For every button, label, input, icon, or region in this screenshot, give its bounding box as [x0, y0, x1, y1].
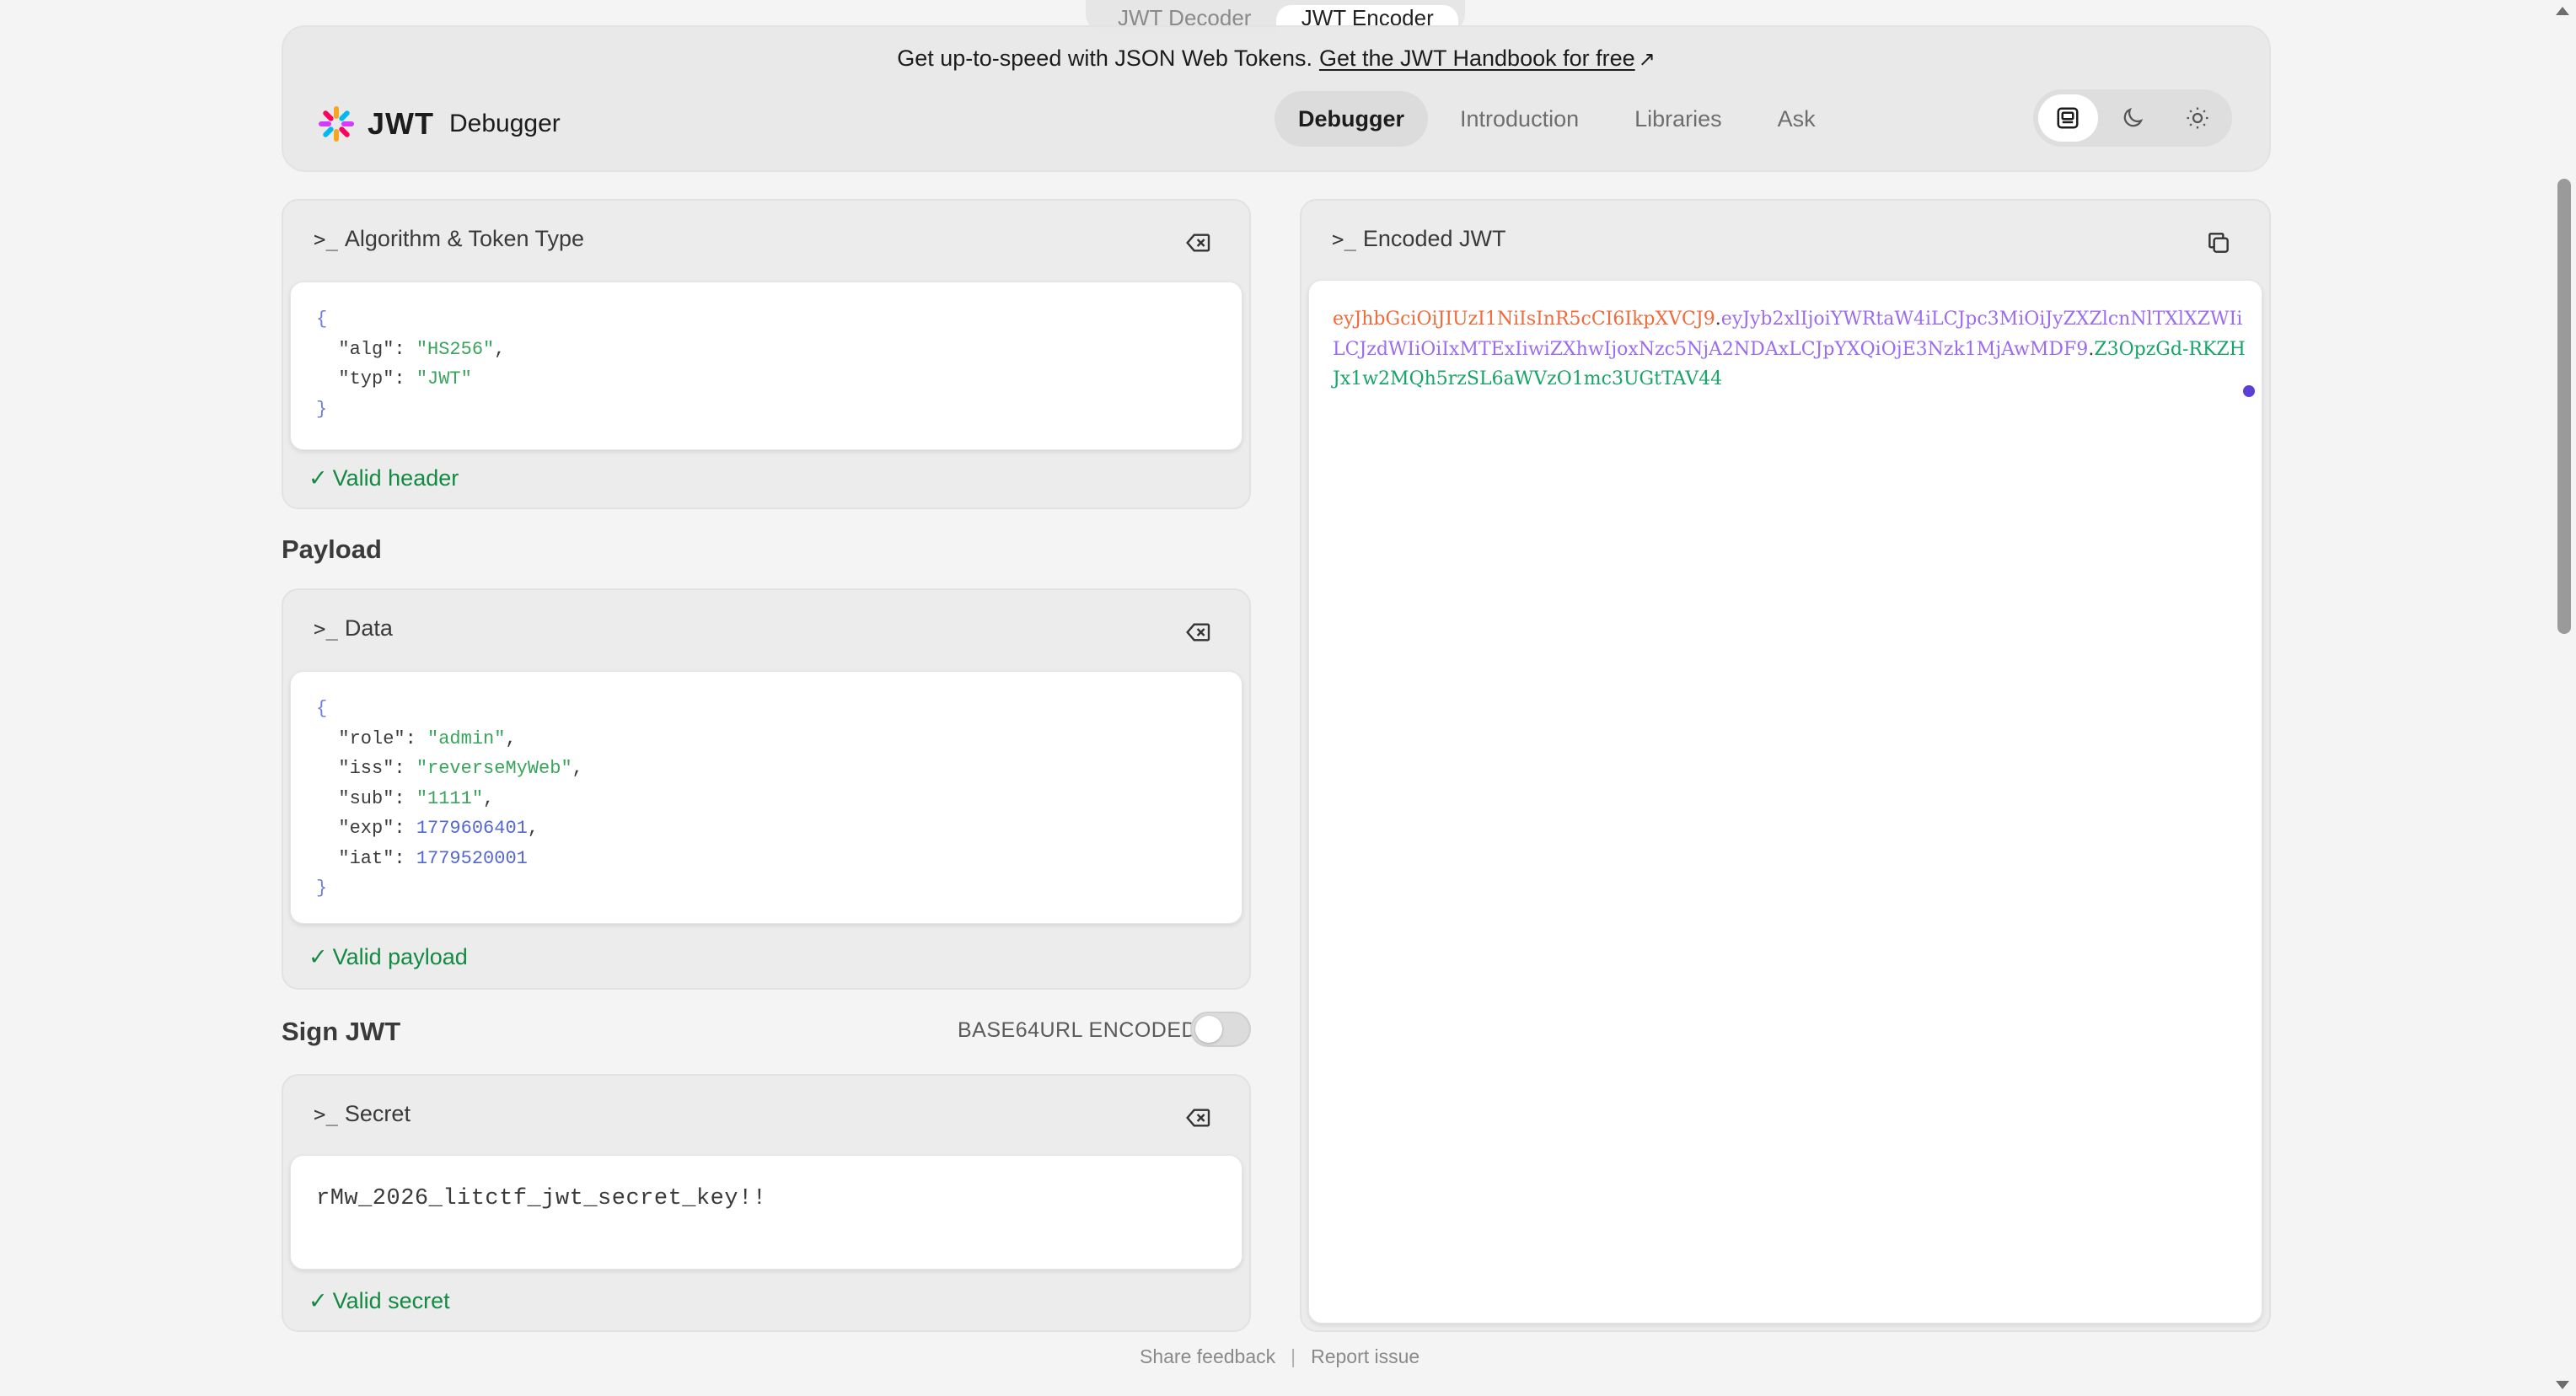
header-json: { "alg": "HS256", "typ": "JWT" }	[316, 309, 506, 420]
clear-icon[interactable]	[1185, 229, 1212, 256]
encoded-panel-title: >_ Encoded JWT	[1332, 226, 1505, 252]
sub-value: "1111"	[416, 787, 484, 809]
terminal-icon: >_	[314, 1102, 338, 1126]
payload-panel: >_ Data { "role": "admin", "iss": "rever…	[282, 588, 1251, 990]
clear-icon[interactable]	[1185, 619, 1212, 646]
logo-text: JWT	[368, 106, 434, 141]
jwt-logo-icon	[319, 106, 354, 142]
banner-text: Get up-to-speed with JSON Web Tokens.	[897, 46, 1312, 71]
encoded-editor[interactable]: eyJhbGciOiJIUzI1NiIsInR5cCI6IkpXVCJ9.eyJ…	[1308, 280, 2262, 1324]
header-panel-title: >_ Algorithm & Token Type	[314, 226, 584, 252]
external-link-icon: ↗	[1638, 48, 1656, 71]
secret-panel-title: >_ Secret	[314, 1101, 411, 1127]
exp-value: 1779606401	[416, 818, 528, 839]
moon-icon	[2123, 107, 2144, 127]
terminal-icon: >_	[1332, 227, 1356, 251]
nav-ask[interactable]: Ask	[1754, 91, 1839, 147]
theme-system-button[interactable]	[2038, 94, 2098, 142]
header-panel: >_ Algorithm & Token Type { "alg": "HS25…	[282, 199, 1251, 509]
payload-editor[interactable]: { "role": "admin", "iss": "reverseMyWeb"…	[290, 671, 1242, 924]
footer-separator: |	[1291, 1345, 1296, 1367]
handbook-link[interactable]: Get the JWT Handbook for free	[1319, 46, 1635, 71]
nav-debugger[interactable]: Debugger	[1275, 91, 1429, 147]
typ-value: "JWT"	[416, 368, 472, 389]
check-icon: ✓	[309, 1288, 328, 1313]
toggle-knob	[1195, 1016, 1222, 1043]
encoded-panel-label: Encoded JWT	[1362, 226, 1506, 251]
logo[interactable]: JWT Debugger	[317, 105, 561, 143]
nav-libraries[interactable]: Libraries	[1611, 91, 1746, 147]
payload-section-title: Payload	[282, 534, 382, 564]
secret-valid-status: ✓ Valid secret	[309, 1288, 450, 1313]
check-icon: ✓	[309, 465, 328, 491]
header-valid-status: ✓ Valid header	[309, 465, 459, 491]
scroll-down-icon[interactable]	[2556, 1381, 2569, 1389]
terminal-icon: >_	[314, 616, 338, 641]
scrollbar-thumb[interactable]	[2557, 179, 2571, 634]
copy-icon[interactable]	[2205, 229, 2232, 256]
payload-json: { "role": "admin", "iss": "reverseMyWeb"…	[316, 698, 583, 899]
iat-value: 1779520001	[416, 847, 528, 869]
scroll-up-icon[interactable]	[2556, 7, 2569, 15]
base64url-toggle[interactable]	[1190, 1012, 1251, 1047]
theme-dark-button[interactable]	[2103, 94, 2163, 142]
share-feedback-link[interactable]: Share feedback	[1140, 1345, 1275, 1368]
site-header: Get up-to-speed with JSON Web Tokens. Get…	[282, 25, 2271, 172]
sun-icon	[2187, 107, 2208, 129]
system-icon	[2057, 107, 2079, 129]
theme-switcher	[2033, 89, 2232, 147]
role-value: "admin"	[427, 728, 506, 749]
terminal-icon: >_	[314, 227, 338, 251]
sign-section-title: Sign JWT	[282, 1017, 401, 1046]
header-editor[interactable]: { "alg": "HS256", "typ": "JWT" }	[290, 282, 1242, 450]
logo-subtitle: Debugger	[449, 110, 561, 137]
clear-icon[interactable]	[1185, 1104, 1212, 1131]
footer: Share feedback | Report issue	[1140, 1345, 1419, 1368]
base64url-label: BASE64URL ENCODED	[958, 1018, 1198, 1042]
page-scrollbar[interactable]	[2552, 0, 2576, 1396]
theme-light-button[interactable]	[2167, 94, 2227, 142]
nav-introduction[interactable]: Introduction	[1436, 91, 1602, 147]
encoded-panel: >_ Encoded JWT eyJhbGciOiJIUzI1NiIsInR5c…	[1300, 199, 2271, 1332]
payload-valid-status: ✓ Valid payload	[309, 944, 468, 969]
iss-value: "reverseMyWeb"	[416, 758, 572, 779]
token-header-part: eyJhbGciOiJIUzI1NiIsInR5cCI6IkpXVCJ9	[1333, 309, 1715, 330]
header-panel-label: Algorithm & Token Type	[344, 226, 585, 251]
alg-value: "HS256"	[416, 338, 495, 360]
promo-banner: Get up-to-speed with JSON Web Tokens. Get…	[283, 46, 2269, 72]
secret-value: rMw_2026_litctf_jwt_secret_key!!	[316, 1186, 767, 1211]
check-icon: ✓	[309, 944, 328, 969]
payload-panel-label: Data	[344, 615, 393, 641]
secret-panel: >_ Secret rMw_2026_litctf_jwt_secret_key…	[282, 1074, 1251, 1332]
secret-panel-label: Secret	[344, 1101, 411, 1126]
main-nav: Debugger Introduction Libraries Ask	[1275, 91, 1839, 147]
payload-panel-title: >_ Data	[314, 615, 393, 642]
report-issue-link[interactable]: Report issue	[1311, 1345, 1419, 1368]
encoded-token: eyJhbGciOiJIUzI1NiIsInR5cCI6IkpXVCJ9.eyJ…	[1333, 309, 2246, 389]
cursor-indicator	[2243, 385, 2255, 397]
secret-input[interactable]: rMw_2026_litctf_jwt_secret_key!!	[290, 1155, 1242, 1270]
